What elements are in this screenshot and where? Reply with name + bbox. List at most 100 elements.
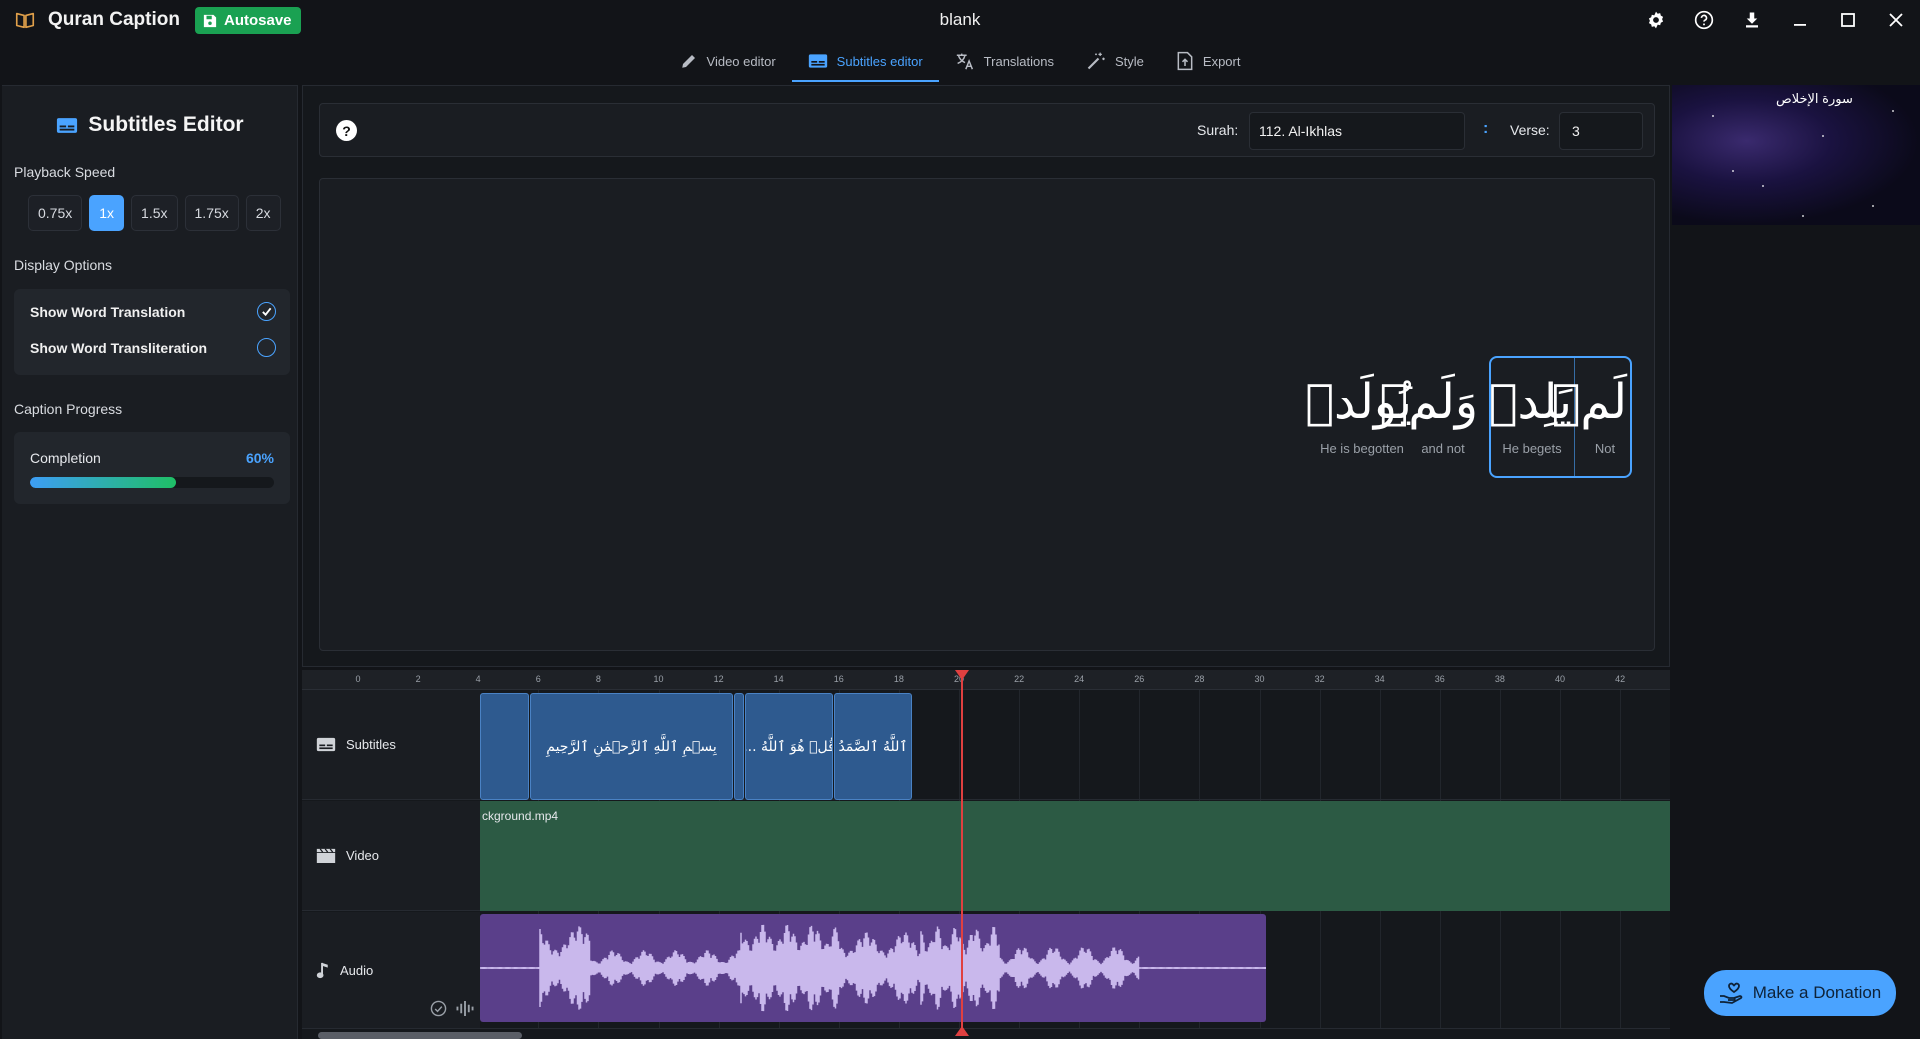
- speed-button-1.5x[interactable]: 1.5x: [131, 195, 178, 231]
- tab-translations[interactable]: Translations: [939, 42, 1070, 82]
- track-label-text: Subtitles: [346, 737, 396, 752]
- word-arabic: يُولَدۡ: [1305, 374, 1412, 430]
- word-arabic: يَلِدۡ: [1488, 374, 1572, 430]
- audio-clip[interactable]: [480, 914, 1266, 1022]
- waveform-icon[interactable]: [455, 1000, 475, 1017]
- editor-tabs: Video editor Subtitles editor Translatio…: [0, 42, 1920, 82]
- sidebar-title: Subtitles Editor: [2, 113, 298, 137]
- subtitles-lane[interactable]: بِسۡمِ ٱللَّهِ ٱلرَّحۡمَٰنِ ٱلرَّحِيمِ ق…: [480, 690, 1670, 800]
- word-item[interactable]: يُولَدۡ He is begotten: [1305, 371, 1412, 456]
- word-item[interactable]: لَمۡ Not: [1551, 371, 1627, 456]
- show-word-transliteration-checkbox[interactable]: [257, 338, 276, 357]
- verse-input[interactable]: 3: [1559, 112, 1643, 150]
- completion-percent: 60%: [245, 450, 274, 466]
- word-translation: He begets: [1502, 441, 1562, 456]
- timeline-scrollbar[interactable]: [318, 1032, 522, 1039]
- playhead[interactable]: [961, 670, 963, 1029]
- download-icon: [1746, 12, 1758, 28]
- speed-button-0.75x[interactable]: 0.75x: [28, 195, 83, 231]
- tab-label: Export: [1202, 53, 1241, 69]
- speed-button-1.75x[interactable]: 1.75x: [184, 195, 239, 231]
- time-ruler[interactable]: 0 2 4 6 8 10 12 14 16 18 20 22 24 26 28 30 32 34 36 38 40 42: [302, 670, 1670, 690]
- sidebar: Subtitles Editor Playback Speed 0.75x 1x…: [2, 85, 298, 1039]
- tab-label: Subtitles editor: [836, 53, 923, 69]
- caption-progress-label: Caption Progress: [14, 401, 123, 417]
- donate-hand-icon: [1719, 982, 1743, 1004]
- gear-icon: [1648, 11, 1664, 29]
- audio-lane[interactable]: [480, 912, 1670, 1029]
- speed-button-1x[interactable]: 1x: [89, 195, 125, 231]
- display-options-panel: Show Word Translation Show Word Translit…: [14, 289, 290, 375]
- subtitle-clip[interactable]: ٱللَّهُ ٱلصَّمَدُ: [834, 693, 912, 800]
- subtitle-clip[interactable]: بِسۡمِ ٱللَّهِ ٱلرَّحۡمَٰنِ ٱلرَّحِيمِ: [530, 693, 733, 800]
- tab-video-editor[interactable]: Video editor: [664, 42, 792, 82]
- subtitles-editor-panel: ? Surah: 112. Al-Ikhlas : Verse: 3 لَمۡ …: [302, 85, 1670, 667]
- video-clip[interactable]: ckground.mp4: [480, 801, 1670, 911]
- ruler-tick-label: 16: [833, 674, 844, 684]
- ruler-tick-label: 8: [595, 674, 601, 684]
- tab-style[interactable]: Style: [1070, 42, 1160, 82]
- ruler-tick-label: 42: [1615, 674, 1626, 684]
- show-word-translation-label: Show Word Translation: [30, 303, 186, 320]
- ruler-tick-label: 26: [1134, 674, 1145, 684]
- export-icon: [1177, 51, 1193, 71]
- video-lane[interactable]: ckground.mp4: [480, 801, 1670, 911]
- completion-label: Completion: [30, 450, 101, 466]
- verse-selector-bar: ? Surah: 112. Al-Ikhlas : Verse: 3: [319, 103, 1655, 157]
- music-note-icon: [316, 962, 328, 978]
- completion-progress-fill: [30, 477, 177, 488]
- word-arabic: وَلَمۡ: [1379, 374, 1478, 430]
- word-translation: Not: [1594, 441, 1616, 456]
- subtitles-icon: [808, 54, 827, 68]
- show-word-translation-row[interactable]: Show Word Translation: [30, 302, 276, 321]
- tab-subtitles-editor[interactable]: Subtitles editor: [791, 42, 939, 82]
- help-icon[interactable]: ?: [336, 120, 357, 141]
- help-button[interactable]: [1680, 0, 1728, 40]
- show-word-translation-checkbox[interactable]: [257, 302, 276, 321]
- surah-select[interactable]: 112. Al-Ikhlas: [1249, 112, 1465, 150]
- minimize-button[interactable]: [1776, 0, 1824, 40]
- ruler-tick-label: 4: [475, 674, 481, 684]
- sidebar-title-label: Subtitles Editor: [88, 113, 244, 136]
- video-preview[interactable]: سورة الإخلاص: [1672, 85, 1920, 225]
- download-button[interactable]: [1728, 0, 1776, 40]
- word-selection-area: لَمۡ Not يَلِدۡ He begets وَلَمۡ and not…: [319, 178, 1655, 651]
- tab-export[interactable]: Export: [1160, 42, 1257, 82]
- ruler-tick-label: 6: [535, 674, 541, 684]
- subtitles-icon: [57, 117, 78, 133]
- subtitle-clip[interactable]: [480, 693, 529, 800]
- playhead-handle[interactable]: [955, 670, 969, 680]
- tab-label: Video editor: [706, 53, 776, 69]
- donate-button[interactable]: Make a Donation: [1704, 970, 1896, 1016]
- ruler-tick-label: 10: [653, 674, 664, 684]
- subtitle-clip[interactable]: قُلۡ هُوَ ٱللَّهُ ...: [745, 693, 833, 800]
- verse-label: Verse:: [1510, 122, 1550, 138]
- subtitle-clip[interactable]: [734, 693, 744, 800]
- minimize-icon: [1794, 24, 1806, 26]
- maximize-button[interactable]: [1824, 0, 1872, 40]
- show-word-transliteration-row[interactable]: Show Word Transliteration: [30, 338, 276, 357]
- track-label-audio: Audio: [302, 912, 480, 1029]
- ruler-tick-label: 12: [713, 674, 724, 684]
- close-button[interactable]: [1872, 0, 1920, 40]
- word-item[interactable]: يَلِدۡ He begets: [1488, 371, 1572, 456]
- completion-progress-bar: [30, 477, 274, 488]
- speed-button-2x[interactable]: 2x: [245, 195, 281, 231]
- ruler-tick-label: 0: [355, 674, 361, 684]
- playback-speed-label: Playback Speed: [14, 164, 116, 180]
- settings-button[interactable]: [1632, 0, 1680, 40]
- magic-wand-icon: [1087, 52, 1105, 70]
- ruler-tick-label: 22: [1014, 674, 1025, 684]
- translate-icon: [956, 53, 973, 70]
- check-circle-icon[interactable]: [430, 1000, 447, 1017]
- ruler-tick-label: 32: [1314, 674, 1325, 684]
- ruler-tick-label: 24: [1074, 674, 1085, 684]
- close-icon: [1889, 13, 1903, 27]
- preview-caption: سورة الإخلاص: [1776, 91, 1853, 106]
- show-word-transliteration-label: Show Word Transliteration: [30, 339, 208, 356]
- word-arabic: لَمۡ: [1551, 374, 1627, 430]
- ruler-tick-label: 40: [1554, 674, 1566, 684]
- word-item[interactable]: وَلَمۡ and not: [1379, 371, 1478, 456]
- help-circle-icon: [1694, 10, 1714, 30]
- title-bar: Quran Caption Autosave blank: [0, 0, 1920, 40]
